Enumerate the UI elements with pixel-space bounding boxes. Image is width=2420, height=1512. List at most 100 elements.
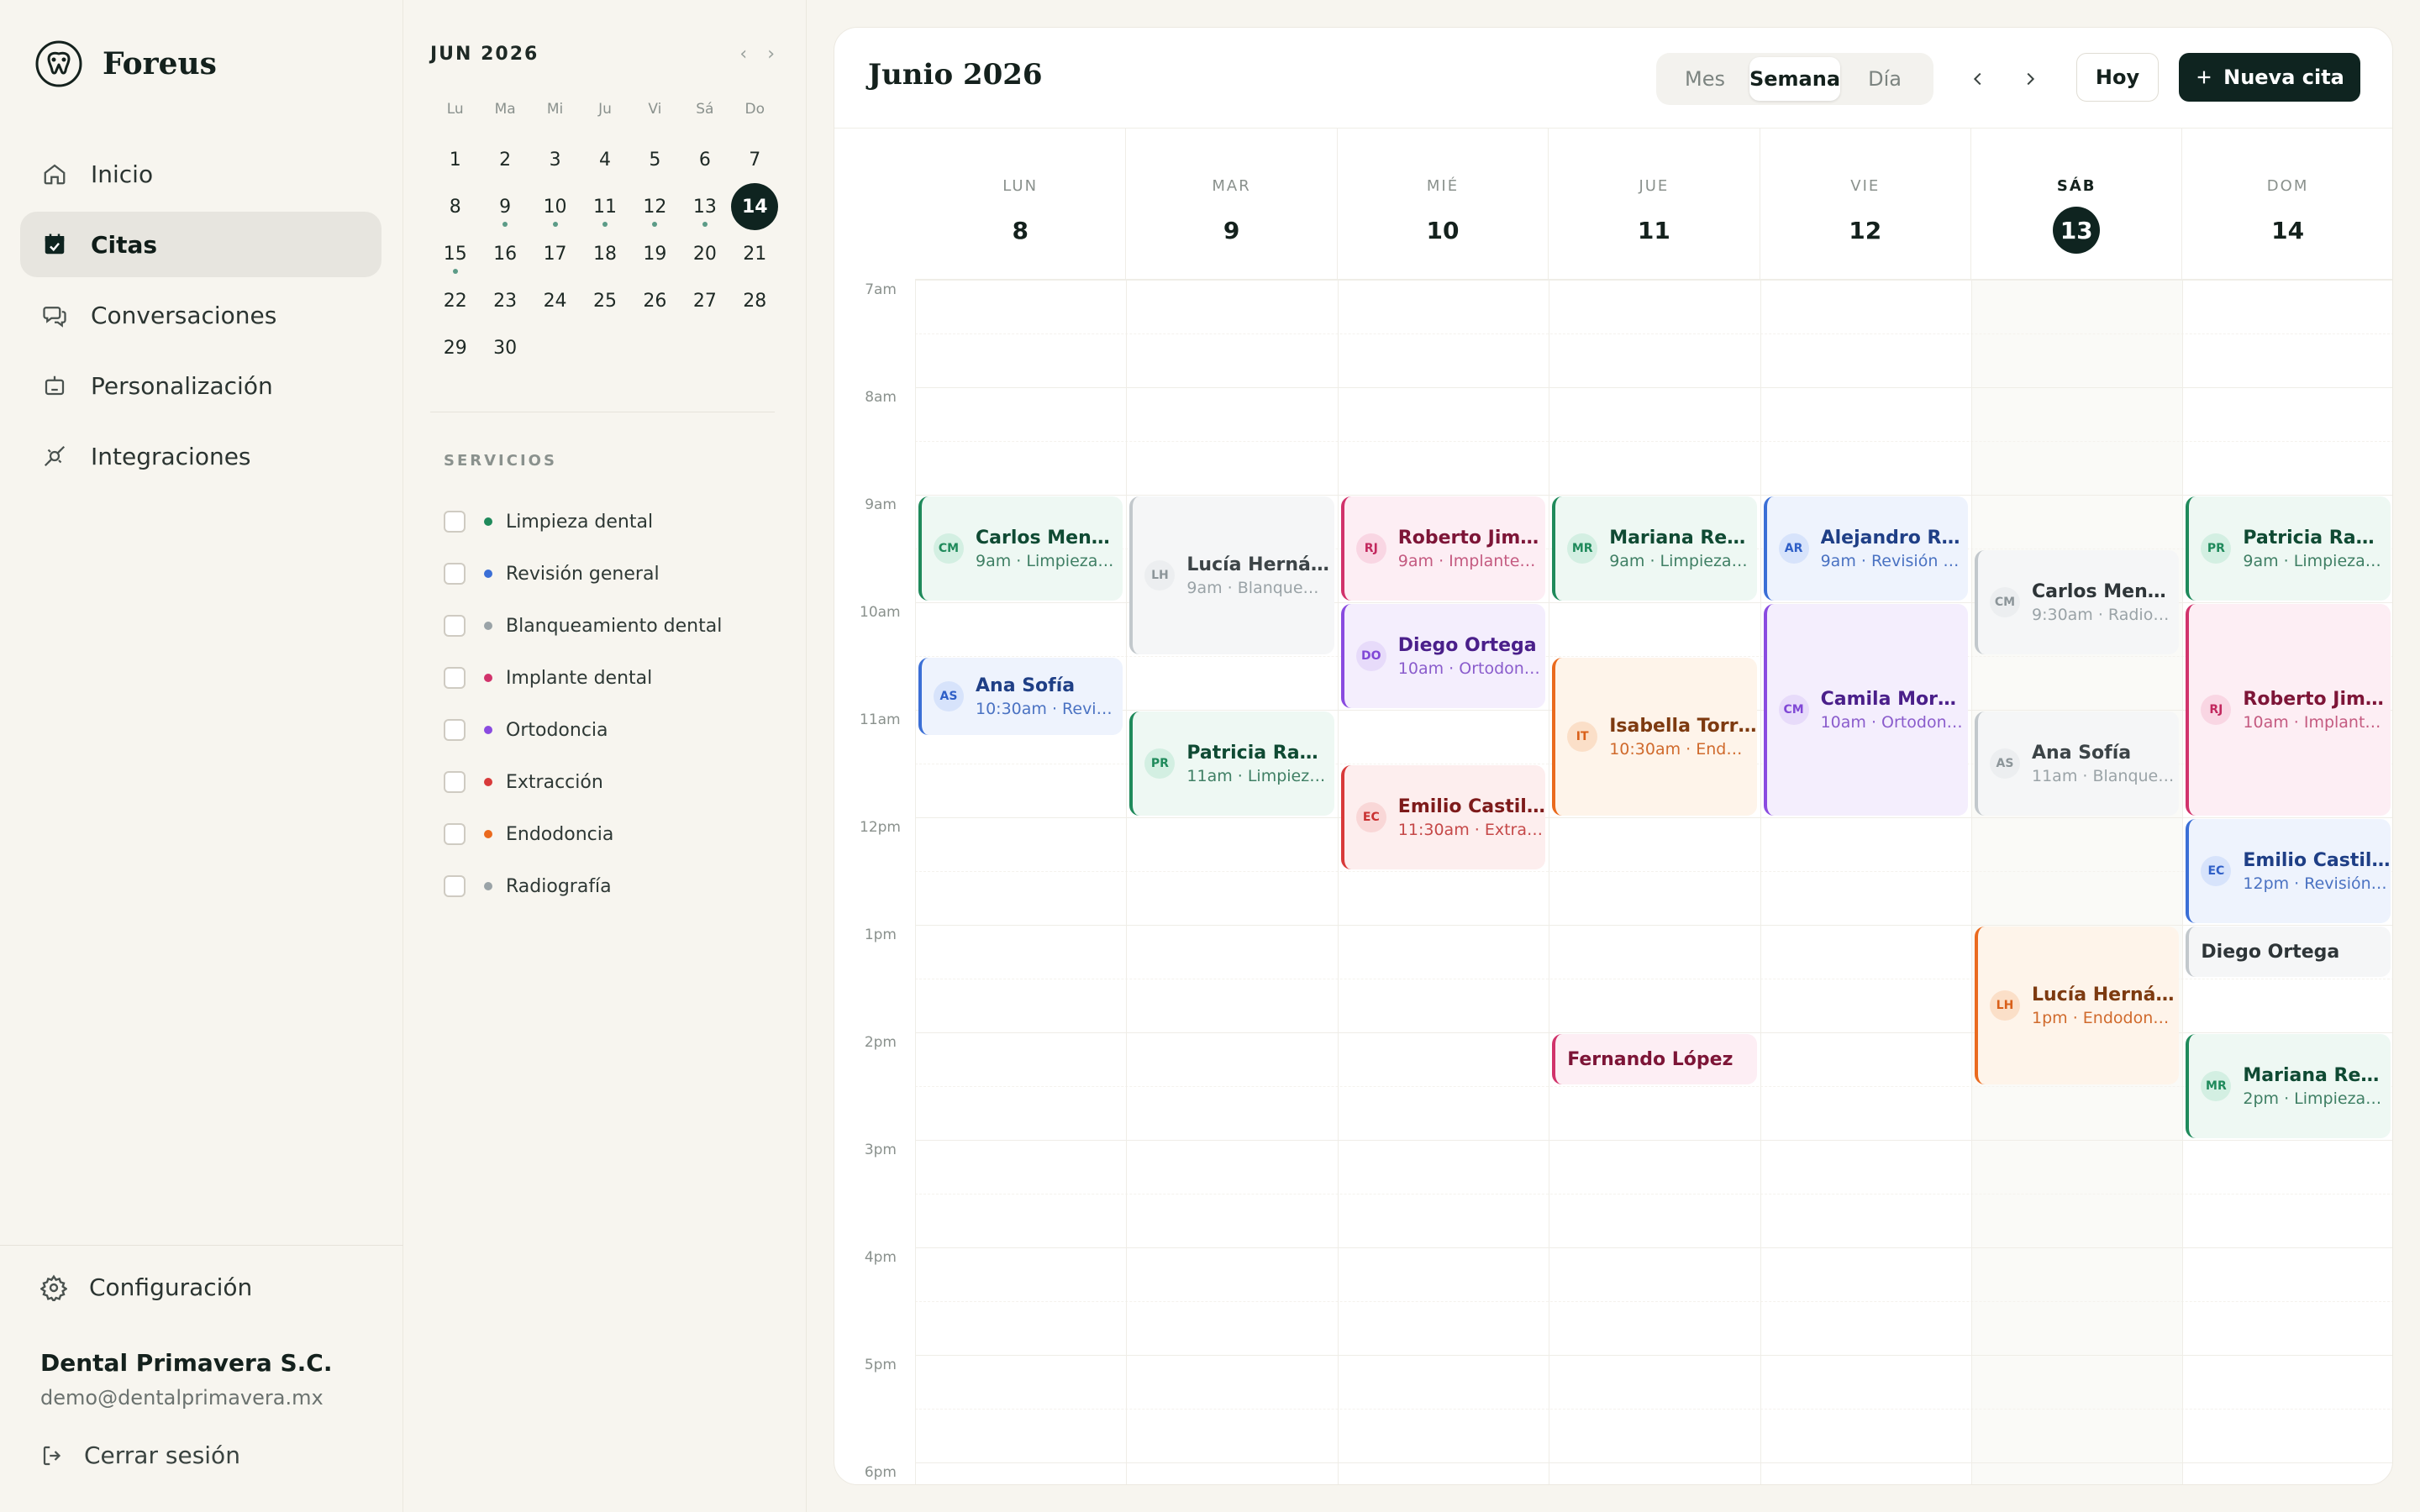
day-header[interactable]: MAR 9 xyxy=(1126,129,1338,280)
appointment-card[interactable]: Diego Ortega xyxy=(2186,927,2391,977)
appointment-card[interactable]: AS Ana Sofía 10:30am · Revi… xyxy=(918,658,1123,735)
day-header[interactable]: LUN 8 xyxy=(915,129,1127,280)
day-header[interactable]: MIÉ 10 xyxy=(1337,129,1549,280)
mini-calendar-day[interactable]: 26 xyxy=(630,277,680,324)
today-button[interactable]: Hoy xyxy=(2076,53,2159,102)
appointment-text: Lucía Hernán… 1pm · Endodon… xyxy=(2032,984,2179,1027)
view-week-button[interactable]: Semana xyxy=(1749,57,1841,101)
view-day-button[interactable]: Día xyxy=(1840,57,1929,101)
logout-button[interactable]: Cerrar sesión xyxy=(40,1441,240,1469)
service-checkbox[interactable] xyxy=(444,615,466,637)
mini-calendar-day[interactable]: 17 xyxy=(530,230,580,277)
mini-calendar-day[interactable]: 11 xyxy=(580,183,629,230)
appointment-detail: 2pm · Limpieza… xyxy=(2243,1089,2382,1108)
service-label: Extracción xyxy=(506,771,603,793)
nav-item-inicio[interactable]: Inicio xyxy=(20,141,381,207)
appointment-card[interactable]: CM Carlos Mend… 9:30am · Radio… xyxy=(1975,550,2180,654)
appointment-card[interactable]: MR Mariana Rey… 2pm · Limpieza… xyxy=(2186,1034,2391,1138)
mini-calendar-day[interactable]: 6 xyxy=(680,136,729,183)
appointment-detail: 10am · Ortodon… xyxy=(1397,659,1540,678)
mini-calendar-day[interactable]: 3 xyxy=(530,136,580,183)
day-number: 27 xyxy=(692,290,717,312)
new-appointment-button[interactable]: Nueva cita xyxy=(2179,53,2360,102)
mini-calendar-day[interactable]: 9 xyxy=(480,183,529,230)
service-filter-item[interactable]: Endodoncia xyxy=(444,808,722,860)
mini-calendar-day[interactable]: 10 xyxy=(530,183,580,230)
appointment-card[interactable]: DO Diego Ortega 10am · Ortodon… xyxy=(1340,604,1546,708)
mini-calendar-day[interactable]: 22 xyxy=(430,277,480,324)
mini-calendar-day[interactable]: 5 xyxy=(630,136,680,183)
service-checkbox[interactable] xyxy=(444,667,466,689)
appointment-card[interactable]: RJ Roberto Jim… 10am · Implant… xyxy=(2186,604,2391,816)
appointment-card[interactable]: CM Carlos Mend… 9am · Limpieza… xyxy=(918,496,1123,601)
mini-calendar-day[interactable]: 15 xyxy=(430,230,480,277)
service-filter-item[interactable]: Radiografía xyxy=(444,860,722,912)
mini-calendar-day[interactable]: 4 xyxy=(580,136,629,183)
nav-item-conversaciones[interactable]: Conversaciones xyxy=(20,282,381,348)
appointment-card[interactable]: LH Lucía Hernán… 9am · Blanque… xyxy=(1129,496,1334,654)
mini-calendar-day[interactable]: 12 xyxy=(630,183,680,230)
chevron-left-icon[interactable]: ‹ xyxy=(739,44,747,65)
mini-calendar-day[interactable]: 27 xyxy=(680,277,729,324)
day-number: 9 xyxy=(1223,216,1240,244)
service-checkbox[interactable] xyxy=(444,563,466,585)
appointment-card[interactable]: PR Patricia Ramí… 9am · Limpieza… xyxy=(2186,496,2391,601)
mini-calendar-day[interactable]: 16 xyxy=(480,230,529,277)
view-month-button[interactable]: Mes xyxy=(1660,57,1749,101)
mini-calendar-day[interactable]: 30 xyxy=(480,324,529,371)
day-header[interactable]: JUE 11 xyxy=(1549,129,1760,280)
avatar: EC xyxy=(1355,802,1386,832)
chevron-right-icon[interactable]: › xyxy=(767,44,775,65)
mini-calendar-day[interactable]: 7 xyxy=(730,136,780,183)
service-filter-item[interactable]: Implante dental xyxy=(444,652,722,704)
appointment-card[interactable]: AR Alejandro Ru… 9am · Revisión … xyxy=(1763,496,1968,601)
service-checkbox[interactable] xyxy=(444,823,466,845)
appointment-card[interactable]: EC Emilio Castillo 12pm · Revisión… xyxy=(2186,819,2391,923)
mini-calendar-day[interactable]: 20 xyxy=(680,230,729,277)
appointment-card[interactable]: AS Ana Sofía 11am · Blanque… xyxy=(1975,711,2180,816)
service-checkbox[interactable] xyxy=(444,771,466,793)
appointment-card[interactable]: LH Lucía Hernán… 1pm · Endodon… xyxy=(1975,927,2180,1084)
service-checkbox[interactable] xyxy=(444,511,466,533)
service-filter-item[interactable]: Extracción xyxy=(444,756,722,808)
service-filter-item[interactable]: Revisión general xyxy=(444,548,722,600)
mini-calendar-day[interactable]: 18 xyxy=(580,230,629,277)
mini-calendar-day[interactable]: 14 xyxy=(730,183,780,230)
brand[interactable]: Foreus xyxy=(34,39,217,89)
appointment-card[interactable]: IT Isabella Torres 10:30am · End… xyxy=(1552,658,1757,816)
mini-calendar-day[interactable]: 24 xyxy=(530,277,580,324)
mini-calendar-day[interactable]: 13 xyxy=(680,183,729,230)
appointment-card[interactable]: Fernando López xyxy=(1552,1034,1757,1084)
appointment-card[interactable]: CM Camila Moral… 10am · Ortodon… xyxy=(1763,604,1968,816)
config-link[interactable]: Configuración xyxy=(40,1273,252,1301)
mini-calendar-day[interactable]: 19 xyxy=(630,230,680,277)
service-filter-item[interactable]: Limpieza dental xyxy=(444,496,722,548)
mini-calendar-day[interactable]: 25 xyxy=(580,277,629,324)
service-checkbox[interactable] xyxy=(444,875,466,897)
day-header[interactable]: VIE 12 xyxy=(1760,129,1971,280)
appointment-card[interactable]: EC Emilio Castillo 11:30am · Extra… xyxy=(1340,765,1546,869)
avatar: EC xyxy=(2201,856,2232,886)
service-checkbox[interactable] xyxy=(444,719,466,741)
weekday-label: Sá xyxy=(696,101,714,118)
mini-calendar-day[interactable]: 29 xyxy=(430,324,480,371)
appointment-detail: 9am · Limpieza… xyxy=(1609,551,1748,570)
mini-calendar-day[interactable]: 1 xyxy=(430,136,480,183)
appointment-card[interactable]: MR Mariana Rey… 9am · Limpieza… xyxy=(1552,496,1757,601)
service-filter-item[interactable]: Blanqueamiento dental xyxy=(444,600,722,652)
mini-calendar-day[interactable]: 21 xyxy=(730,230,780,277)
appointment-card[interactable]: PR Patricia Ramí… 11am · Limpieza… xyxy=(1129,711,1334,816)
nav-item-integraciones[interactable]: Integraciones xyxy=(20,423,381,489)
mini-calendar-day[interactable]: 2 xyxy=(480,136,529,183)
mini-calendar-day[interactable]: 28 xyxy=(730,277,780,324)
nav-item-personalizacion[interactable]: Personalización xyxy=(20,353,381,418)
appointment-card[interactable]: RJ Roberto Jim… 9am · Implante… xyxy=(1340,496,1546,601)
mini-calendar-day[interactable]: 8 xyxy=(430,183,480,230)
day-header[interactable]: DOM 14 xyxy=(2182,129,2392,280)
service-filter-item[interactable]: Ortodoncia xyxy=(444,704,722,756)
prev-week-button[interactable] xyxy=(1959,60,1997,98)
nav-item-citas[interactable]: Citas xyxy=(20,212,381,277)
next-week-button[interactable] xyxy=(2011,60,2049,98)
day-header[interactable]: SÁB 13 xyxy=(1971,129,2183,280)
mini-calendar-day[interactable]: 23 xyxy=(480,277,529,324)
